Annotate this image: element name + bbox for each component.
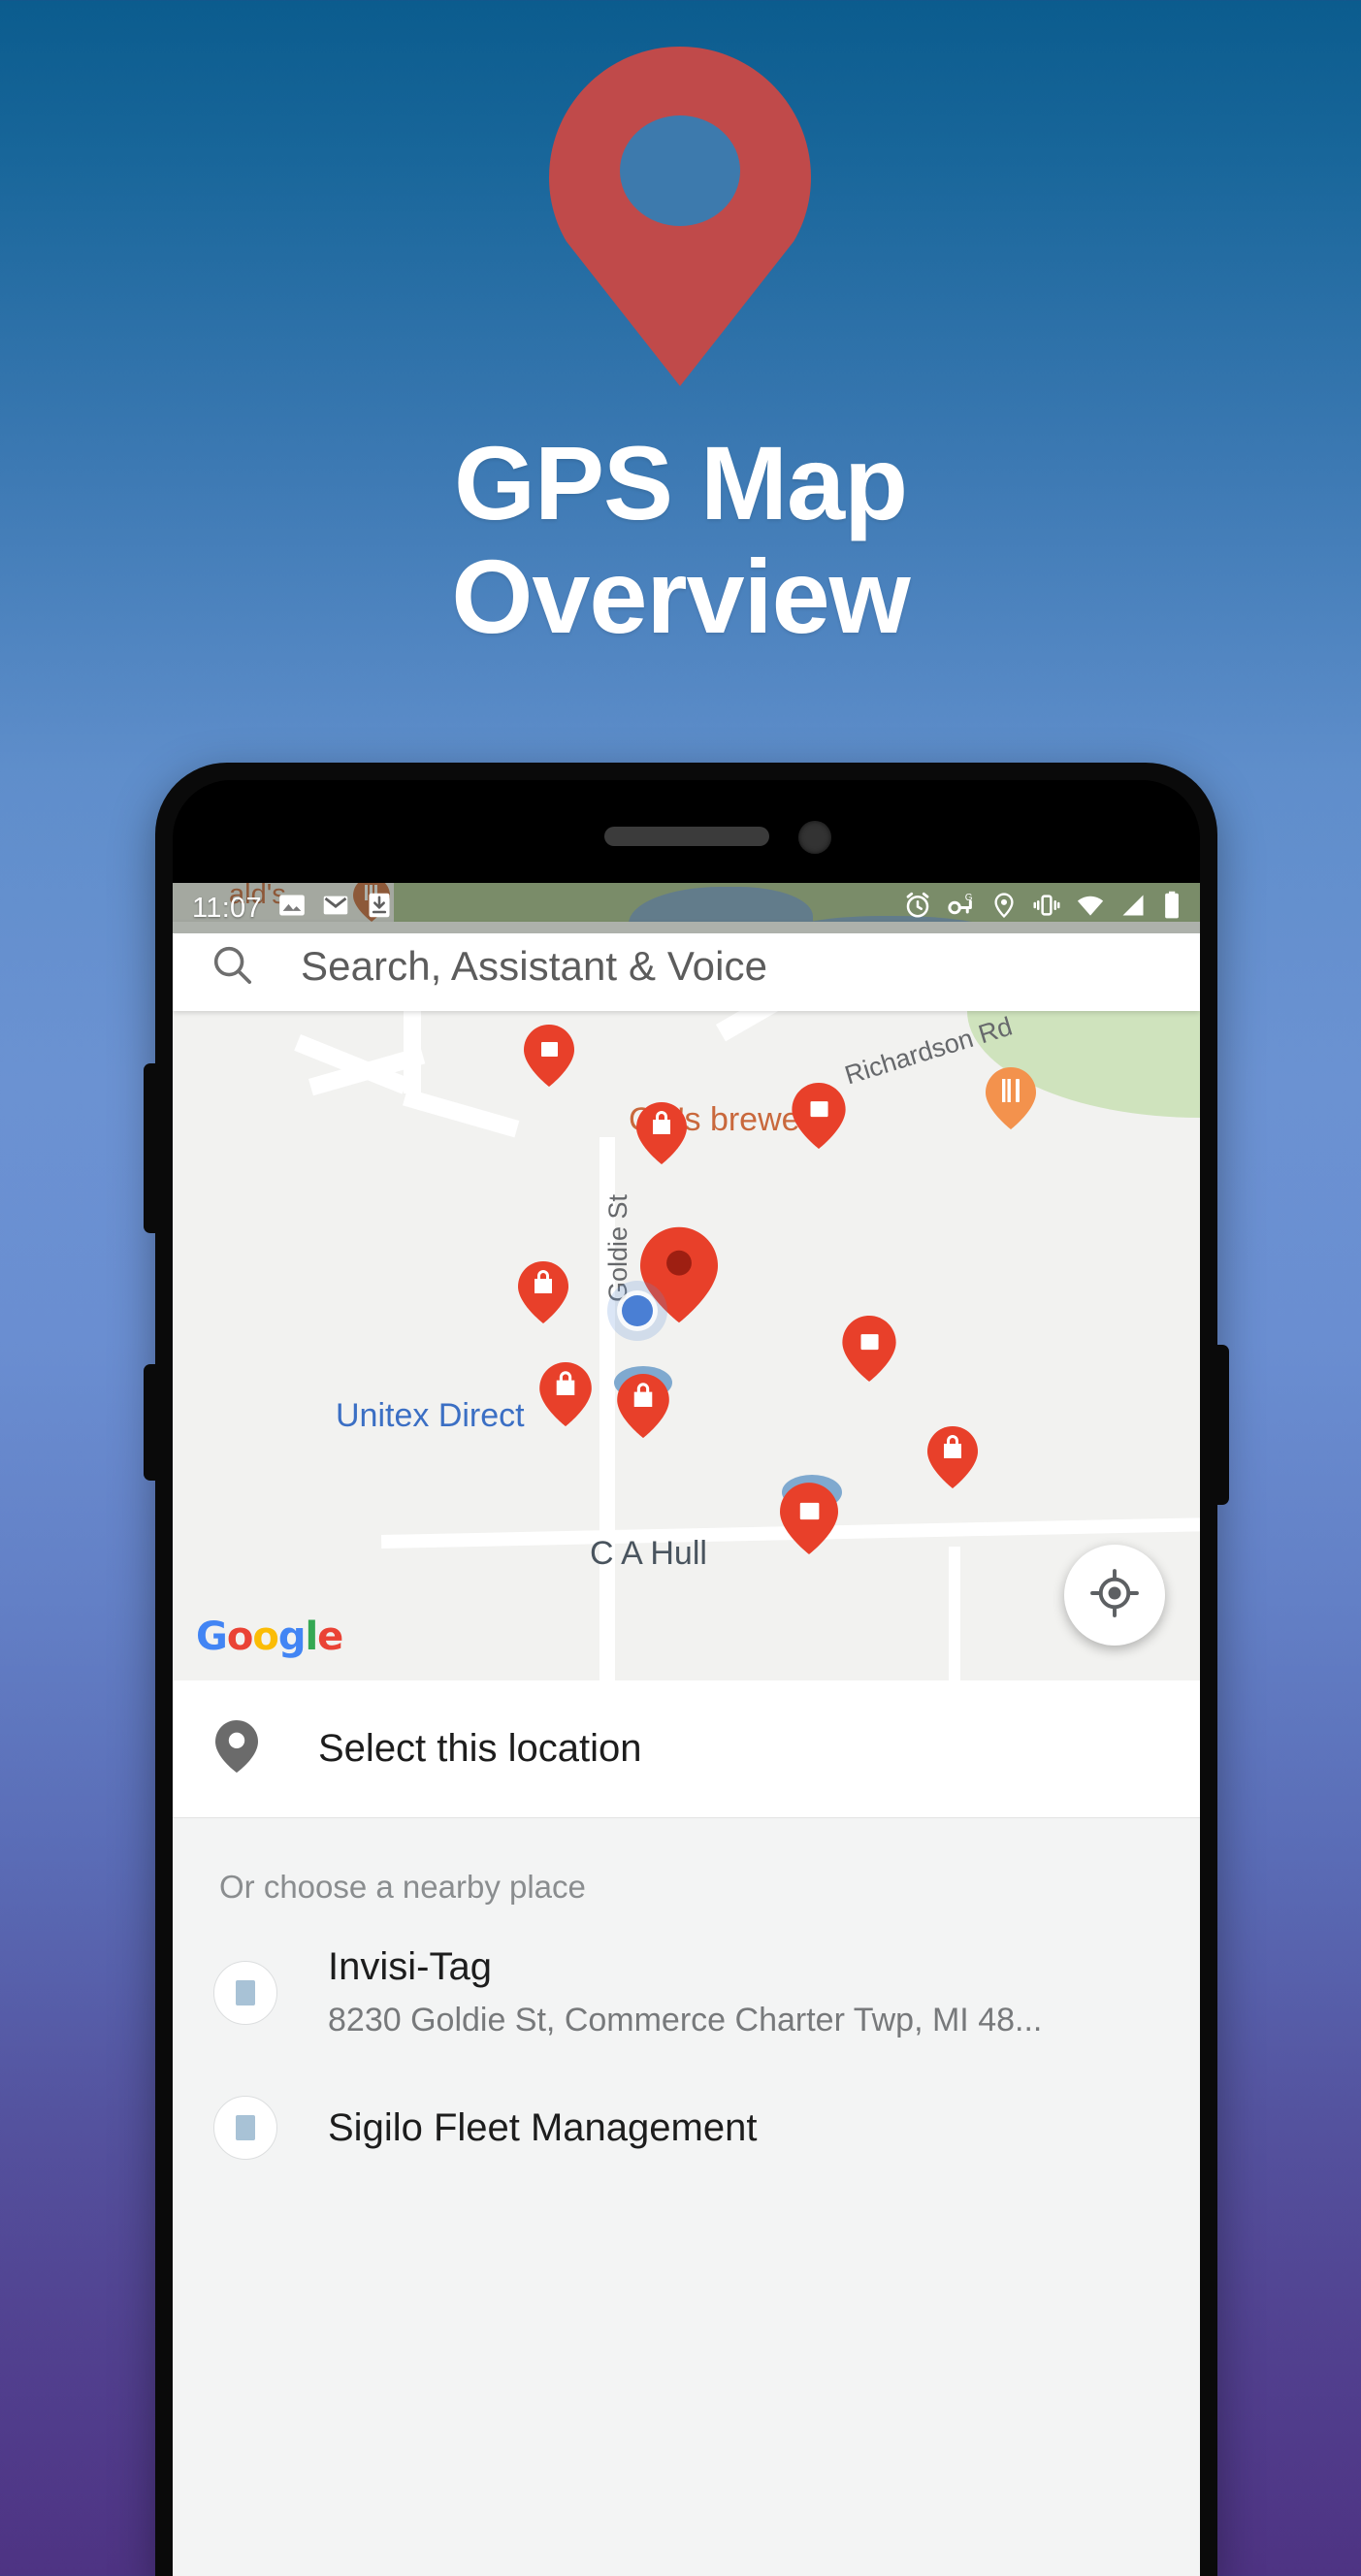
road-richardson-2 [716,1011,894,1042]
road-unnamed-top4 [403,1089,520,1138]
list-item[interactable]: Sigilo Fleet Management [173,2043,1200,2160]
map-marker-shop[interactable] [636,1102,687,1169]
map-marker-shop[interactable] [927,1426,978,1493]
status-bar-clock: 11:07 [192,892,262,924]
business-icon-glyph [236,2114,255,2140]
page-title-line2: Overview [451,537,910,655]
download-icon [366,892,393,926]
map-canvas[interactable]: Richardson Rd Goldie St C J's brewery Un… [173,1011,1200,1680]
map-marker-square[interactable] [780,1483,838,1559]
status-bar-left: 11:07 [173,892,393,926]
map-marker-square[interactable] [842,1316,896,1386]
google-logo-letter: o [226,1614,254,1659]
svg-text:G: G [965,893,973,903]
front-camera-icon [798,821,831,854]
location-icon [990,892,1018,926]
google-logo-letter: G [196,1614,228,1659]
vibrate-icon [1032,891,1061,927]
business-icon [213,1960,277,2025]
volume-down-button[interactable] [144,1364,159,1481]
nearby-places-section: Or choose a nearby place Invisi-Tag 8230… [173,1818,1200,2576]
vpn-key-icon: G [947,891,976,927]
map-marker-restaurant[interactable] [986,1067,1036,1134]
google-logo-letter: o [252,1614,279,1659]
place-pin-icon [215,1720,258,1777]
hero-banner: GPS Map Overview [0,0,1361,766]
photos-icon [278,892,306,926]
place-name: Sigilo Fleet Management [328,2105,758,2149]
road-vertical-right [949,1547,960,1680]
battery-icon [1161,891,1183,927]
map-pin-icon [549,47,811,386]
place-name: Invisi-Tag [328,1945,492,1988]
app-screen: ald's n Lake 11:07 [173,883,1200,2576]
alarm-icon [903,891,932,927]
volume-up-button[interactable] [144,1063,159,1233]
nearby-places-header: Or choose a nearby place [219,1869,586,1905]
google-logo-letter: g [277,1614,307,1659]
my-location-button[interactable] [1064,1545,1165,1646]
list-item-text: Sigilo Fleet Management [328,2103,757,2152]
power-button[interactable] [1214,1345,1229,1505]
map-marker-shop[interactable] [539,1362,592,1431]
list-item-text: Invisi-Tag 8230 Goldie St, Commerce Char… [328,1942,1042,2043]
search-bar[interactable]: Search, Assistant & Voice [173,922,1200,1011]
phone-screen-frame: ald's n Lake 11:07 [173,780,1200,2576]
google-logo-letter: l [305,1614,318,1659]
map-marker-square[interactable] [524,1025,574,1092]
map-marker-shop[interactable] [617,1374,669,1443]
wifi-icon [1076,891,1105,927]
gmail-icon [322,892,349,926]
cell-signal-icon [1119,892,1147,926]
earpiece-speaker [603,827,769,846]
map-marker-square[interactable] [792,1083,846,1154]
google-logo-letter: e [317,1614,343,1659]
phone-mockup: ald's n Lake 11:07 [144,763,1229,2576]
map-place-label-unitex: Unitex Direct [336,1397,525,1434]
business-icon-glyph [236,1979,255,2005]
list-item[interactable]: Invisi-Tag 8230 Goldie St, Commerce Char… [173,1906,1200,2043]
my-location-dot [607,1281,667,1341]
map-place-label-cahull: C A Hull [590,1535,707,1572]
search-input[interactable]: Search, Assistant & Voice [301,943,767,990]
select-this-location-button[interactable]: Select this location [173,1680,1200,1818]
page-title: GPS Map Overview [0,424,1361,655]
search-icon [210,942,254,992]
status-bar: 11:07 G [173,883,1200,933]
bottom-sheet: Select this location Or choose a nearby … [173,1680,1200,2576]
page-title-line1: GPS Map [453,424,908,541]
business-icon [213,2095,277,2160]
my-location-crosshair-icon [1089,1568,1140,1623]
map-marker-shop[interactable] [518,1261,568,1328]
place-address: 8230 Goldie St, Commerce Charter Twp, MI… [328,2002,1043,2038]
google-logo: Google [196,1614,343,1659]
status-bar-right: G [903,891,1200,927]
select-this-location-label: Select this location [318,1727,642,1770]
